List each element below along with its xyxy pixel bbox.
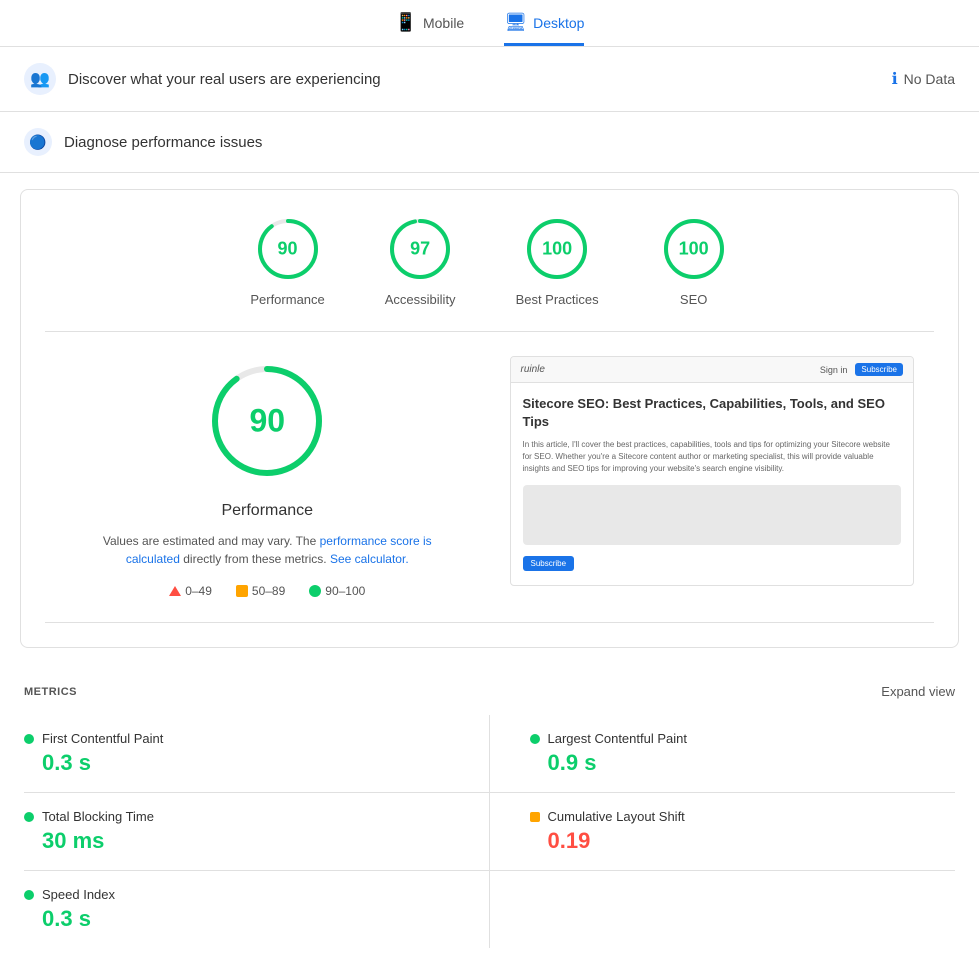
large-performance-circle: 90: [202, 356, 332, 486]
desktop-icon: 🖥: [504, 12, 527, 33]
diagnose-section: 🔵 Diagnose performance issues: [0, 112, 979, 173]
best-practices-label: Best Practices: [516, 292, 599, 307]
performance-circle: 90: [253, 214, 323, 284]
metrics-header: METRICS Expand view: [24, 684, 955, 699]
cls-dot: [530, 812, 540, 822]
diagnose-icon: 🔵: [24, 128, 52, 156]
tab-bar: 📱 Mobile 🖥 Desktop: [0, 0, 979, 47]
score-card: 90 Performance 97 Accessibility 100: [20, 189, 959, 648]
si-dot: [24, 890, 34, 900]
large-performance-title: Performance: [221, 502, 313, 520]
preview-article-title: Sitecore SEO: Best Practices, Capabiliti…: [523, 395, 902, 431]
best-practices-circle: 100: [522, 214, 592, 284]
seo-circle: 100: [659, 214, 729, 284]
desc-part2: directly from these metrics.: [183, 552, 330, 566]
performance-description: Values are estimated and may vary. The p…: [77, 532, 457, 568]
real-users-left: 👥 Discover what your real users are expe…: [24, 63, 381, 95]
metric-lcp-header: Largest Contentful Paint: [530, 731, 916, 746]
accessibility-score: 97: [410, 239, 430, 260]
metric-empty: [490, 871, 956, 948]
lcp-dot: [530, 734, 540, 744]
legend-circle-icon: [309, 585, 321, 597]
desc-part1: Values are estimated and may vary. The: [103, 534, 320, 548]
legend-triangle-icon: [169, 586, 181, 596]
metric-fcp: First Contentful Paint 0.3 s: [24, 715, 490, 793]
preview-signin-link: Sign in: [820, 365, 848, 375]
preview-logo: ruinle: [521, 364, 545, 375]
tab-mobile[interactable]: 📱 Mobile: [395, 12, 465, 46]
tbt-name: Total Blocking Time: [42, 809, 154, 824]
lcp-name: Largest Contentful Paint: [548, 731, 687, 746]
preview-footer-subscribe[interactable]: Subscribe: [523, 556, 575, 571]
accessibility-circle: 97: [385, 214, 455, 284]
main-content: 90 Performance Values are estimated and …: [45, 332, 934, 623]
fcp-value: 0.3 s: [24, 750, 449, 776]
legend-low: 0–49: [169, 584, 212, 598]
lcp-value: 0.9 s: [530, 750, 916, 776]
real-users-icon: 👥: [24, 63, 56, 95]
metric-lcp: Largest Contentful Paint 0.9 s: [490, 715, 956, 793]
si-value: 0.3 s: [24, 906, 449, 932]
large-performance-score: 90: [249, 403, 285, 440]
no-data-label: No Data: [904, 71, 955, 87]
tbt-dot: [24, 812, 34, 822]
legend-mid: 50–89: [236, 584, 285, 598]
tab-mobile-label: Mobile: [423, 15, 464, 31]
right-panel: ruinle Sign in Subscribe Sitecore SEO: B…: [510, 356, 915, 598]
score-performance: 90 Performance: [250, 214, 324, 307]
legend-low-range: 0–49: [185, 584, 212, 598]
preview-article-text: In this article, I'll cover the best pra…: [523, 439, 902, 475]
legend-square-icon: [236, 585, 248, 597]
tab-desktop[interactable]: 🖥 Desktop: [504, 12, 584, 46]
preview-nav: Sign in Subscribe: [820, 363, 903, 376]
preview-subscribe-btn[interactable]: Subscribe: [855, 363, 903, 376]
preview-header: ruinle Sign in Subscribe: [511, 357, 914, 383]
performance-score: 90: [278, 239, 298, 260]
preview-body: Sitecore SEO: Best Practices, Capabiliti…: [511, 383, 914, 583]
cls-name: Cumulative Layout Shift: [548, 809, 685, 824]
accessibility-label: Accessibility: [385, 292, 456, 307]
cls-value: 0.19: [530, 828, 916, 854]
si-name: Speed Index: [42, 887, 115, 902]
metrics-title: METRICS: [24, 686, 77, 698]
left-panel: 90 Performance Values are estimated and …: [65, 356, 470, 598]
best-practices-score: 100: [542, 239, 572, 260]
real-users-banner: 👥 Discover what your real users are expe…: [0, 47, 979, 112]
tab-desktop-label: Desktop: [533, 15, 584, 31]
legend-high-range: 90–100: [325, 584, 365, 598]
score-seo: 100 SEO: [659, 214, 729, 307]
metric-cls: Cumulative Layout Shift 0.19: [490, 793, 956, 871]
preview-image: [523, 485, 902, 545]
metric-tbt: Total Blocking Time 30 ms: [24, 793, 490, 871]
metrics-grid: First Contentful Paint 0.3 s Largest Con…: [24, 715, 955, 948]
page-preview: ruinle Sign in Subscribe Sitecore SEO: B…: [510, 356, 915, 586]
fcp-dot: [24, 734, 34, 744]
real-users-text: Discover what your real users are experi…: [68, 71, 381, 88]
legend-high: 90–100: [309, 584, 365, 598]
mobile-icon: 📱: [395, 12, 417, 33]
scores-row: 90 Performance 97 Accessibility 100: [45, 214, 934, 332]
seo-label: SEO: [680, 292, 707, 307]
metrics-section: METRICS Expand view First Contentful Pai…: [0, 664, 979, 968]
calculator-link[interactable]: See calculator.: [330, 552, 409, 566]
expand-view-button[interactable]: Expand view: [881, 684, 955, 699]
metric-tbt-header: Total Blocking Time: [24, 809, 449, 824]
metric-si: Speed Index 0.3 s: [24, 871, 490, 948]
fcp-name: First Contentful Paint: [42, 731, 163, 746]
seo-score: 100: [679, 239, 709, 260]
score-accessibility: 97 Accessibility: [385, 214, 456, 307]
metric-fcp-header: First Contentful Paint: [24, 731, 449, 746]
score-legend: 0–49 50–89 90–100: [169, 584, 365, 598]
performance-label: Performance: [250, 292, 324, 307]
score-best-practices: 100 Best Practices: [516, 214, 599, 307]
no-data-badge[interactable]: ℹ No Data: [892, 69, 955, 89]
tbt-value: 30 ms: [24, 828, 449, 854]
metric-cls-header: Cumulative Layout Shift: [530, 809, 916, 824]
legend-mid-range: 50–89: [252, 584, 285, 598]
diagnose-text: Diagnose performance issues: [64, 134, 262, 151]
info-icon: ℹ: [892, 69, 898, 89]
metric-si-header: Speed Index: [24, 887, 449, 902]
